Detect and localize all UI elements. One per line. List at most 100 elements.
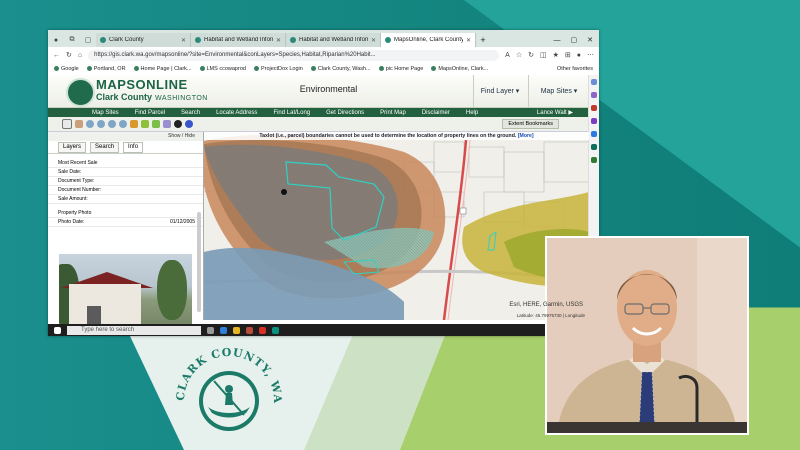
zoom-box-icon[interactable] bbox=[108, 120, 116, 128]
favorite-link[interactable]: Google bbox=[54, 66, 79, 72]
globe-icon[interactable] bbox=[185, 120, 193, 128]
read-aloud-icon[interactable]: A bbox=[505, 52, 510, 59]
map-sites-dropdown[interactable]: Map Sites ▾ bbox=[528, 75, 589, 107]
menu-disclaimer[interactable]: Disclaimer bbox=[414, 110, 458, 116]
favorite-link[interactable]: ProjectDox Login bbox=[254, 66, 303, 72]
other-favorites[interactable]: Other favorites bbox=[557, 66, 593, 72]
minimize-icon[interactable]: — bbox=[554, 37, 561, 44]
refresh-icon[interactable]: ↻ bbox=[66, 51, 72, 59]
tools-icon[interactable] bbox=[591, 105, 597, 111]
task-view-icon[interactable] bbox=[207, 326, 214, 334]
favorite-link[interactable]: MapsOnline, Clark... bbox=[431, 66, 488, 72]
tab-clark-county[interactable]: Clark County ✕ bbox=[96, 33, 191, 47]
tab-layers[interactable]: Layers bbox=[58, 141, 87, 153]
menu-get-directions[interactable]: Get Directions bbox=[318, 110, 372, 116]
favorite-star-icon[interactable]: ☆ bbox=[516, 51, 522, 59]
edge-active-icon[interactable] bbox=[272, 326, 279, 334]
find-layer-dropdown[interactable]: Find Layer ▾ bbox=[473, 75, 526, 107]
measure-icon[interactable] bbox=[163, 120, 171, 128]
close-icon[interactable]: ✕ bbox=[181, 37, 186, 44]
tab-mapsonline[interactable]: MapsOnline, Clark County W✕ bbox=[381, 33, 476, 47]
profile-icon[interactable]: ● bbox=[577, 52, 581, 59]
info-icon[interactable] bbox=[174, 120, 182, 128]
edge-taskbar-icon[interactable] bbox=[220, 326, 227, 334]
photo-date-label: Photo Date: bbox=[58, 219, 85, 225]
next-extent-icon[interactable] bbox=[152, 120, 160, 128]
tab-search[interactable]: Search bbox=[90, 141, 120, 153]
favorite-link[interactable]: Clark County, Wash... bbox=[311, 66, 371, 72]
close-icon[interactable]: ✕ bbox=[371, 37, 376, 44]
explorer-icon[interactable] bbox=[233, 326, 240, 334]
add-icon[interactable] bbox=[591, 157, 597, 163]
close-icon[interactable]: ✕ bbox=[276, 37, 281, 44]
tab-habitat-1[interactable]: Habitat and Wetland Informat✕ bbox=[191, 33, 286, 47]
menu-help[interactable]: Help bbox=[458, 110, 486, 116]
chrome-icon[interactable] bbox=[259, 326, 266, 334]
menu-find-parcel[interactable]: Find Parcel bbox=[127, 110, 173, 116]
maximize-icon[interactable]: ▢ bbox=[571, 36, 578, 44]
property-photo[interactable] bbox=[59, 254, 192, 324]
url-field[interactable]: https://gis.clark.wa.gov/mapsonline/?sit… bbox=[88, 49, 500, 61]
office-icon[interactable] bbox=[591, 131, 597, 137]
favorites-icon[interactable]: ★ bbox=[553, 51, 559, 59]
panel-scrollbar[interactable] bbox=[197, 212, 201, 312]
home-icon[interactable]: ⌂ bbox=[78, 52, 82, 59]
taskbar-search[interactable]: Type here to search bbox=[67, 325, 201, 335]
tab-actions-icon[interactable]: ▢ bbox=[80, 33, 96, 47]
workspaces-icon[interactable]: ⧉ bbox=[64, 33, 80, 47]
profile-icon[interactable]: ● bbox=[48, 33, 64, 47]
menu-print-map[interactable]: Print Map bbox=[372, 110, 414, 116]
favorite-link[interactable]: Home Page | Clark... bbox=[134, 66, 192, 72]
bookmark-icon[interactable] bbox=[130, 120, 138, 128]
start-icon[interactable] bbox=[54, 326, 61, 334]
outlook-icon[interactable] bbox=[591, 144, 597, 150]
zoom-out-icon[interactable] bbox=[97, 120, 105, 128]
toggle-panel-icon[interactable] bbox=[62, 119, 72, 129]
info-value bbox=[195, 159, 203, 167]
tab-habitat-2[interactable]: Habitat and Wetland Informat✕ bbox=[286, 33, 381, 47]
info-value bbox=[195, 168, 203, 176]
extension-icon[interactable] bbox=[591, 92, 597, 98]
collections-icon[interactable]: ⊞ bbox=[565, 51, 571, 59]
windows-taskbar: Type here to search bbox=[48, 324, 599, 336]
speaker-video bbox=[545, 236, 749, 435]
close-window-icon[interactable]: ✕ bbox=[587, 36, 593, 44]
menu-map-sites[interactable]: Map Sites bbox=[84, 110, 127, 116]
show-hide-toggle[interactable]: Show / Hide bbox=[48, 132, 203, 141]
back-icon[interactable]: ← bbox=[53, 52, 60, 59]
split-screen-icon[interactable]: ◫ bbox=[540, 51, 547, 59]
tab-label: Habitat and Wetland Informat bbox=[299, 37, 368, 43]
tab-favicon bbox=[100, 37, 106, 43]
search-icon[interactable] bbox=[591, 79, 597, 85]
info-label: Document Number: bbox=[58, 187, 102, 193]
map-view[interactable]: Taxlot (i.e., parcel) boundaries cannot … bbox=[204, 132, 589, 320]
refresh-extension-icon[interactable]: ↻ bbox=[528, 51, 534, 59]
zoom-in-icon[interactable] bbox=[86, 120, 94, 128]
info-value bbox=[195, 186, 203, 194]
map-marker-icon[interactable] bbox=[281, 189, 287, 195]
games-icon[interactable] bbox=[591, 118, 597, 124]
identify-arrow-icon[interactable] bbox=[141, 120, 149, 128]
info-row: Sale Date: bbox=[48, 168, 203, 177]
menu-locate-address[interactable]: Locate Address bbox=[208, 110, 265, 116]
menu-find-lat-long[interactable]: Find Lat/Long bbox=[265, 110, 318, 116]
tab-info[interactable]: Info bbox=[123, 141, 144, 153]
app-icon[interactable] bbox=[246, 326, 253, 334]
favorite-link[interactable]: pic Home Page bbox=[379, 66, 424, 72]
more-menu-icon[interactable]: ⋯ bbox=[587, 51, 594, 59]
user-menu[interactable]: Lance Walt ▶ bbox=[537, 109, 589, 116]
info-row: Sale Amount: bbox=[48, 195, 203, 204]
close-icon[interactable]: ✕ bbox=[466, 37, 471, 44]
pan-hand-icon[interactable] bbox=[75, 120, 83, 128]
favorite-link[interactable]: LMS ccowaprod bbox=[200, 66, 246, 72]
new-tab-button[interactable]: + bbox=[476, 33, 490, 47]
tab-bar: ● ⧉ ▢ Clark County ✕ Habitat and Wetland … bbox=[48, 30, 599, 47]
extent-bookmarks-button[interactable]: Extent Bookmarks bbox=[502, 119, 559, 129]
mapsonline-header: MAPSONLINE Clark County WASHINGTON Enviro… bbox=[48, 75, 589, 108]
info-row: Most Recent Sale bbox=[48, 159, 203, 168]
notice-more-link[interactable]: [More] bbox=[518, 133, 534, 139]
favorite-link[interactable]: Portland, OR bbox=[87, 66, 126, 72]
zoom-extent-icon[interactable] bbox=[119, 120, 127, 128]
tab-label: MapsOnline, Clark County W bbox=[394, 37, 463, 43]
menu-search[interactable]: Search bbox=[173, 110, 208, 116]
